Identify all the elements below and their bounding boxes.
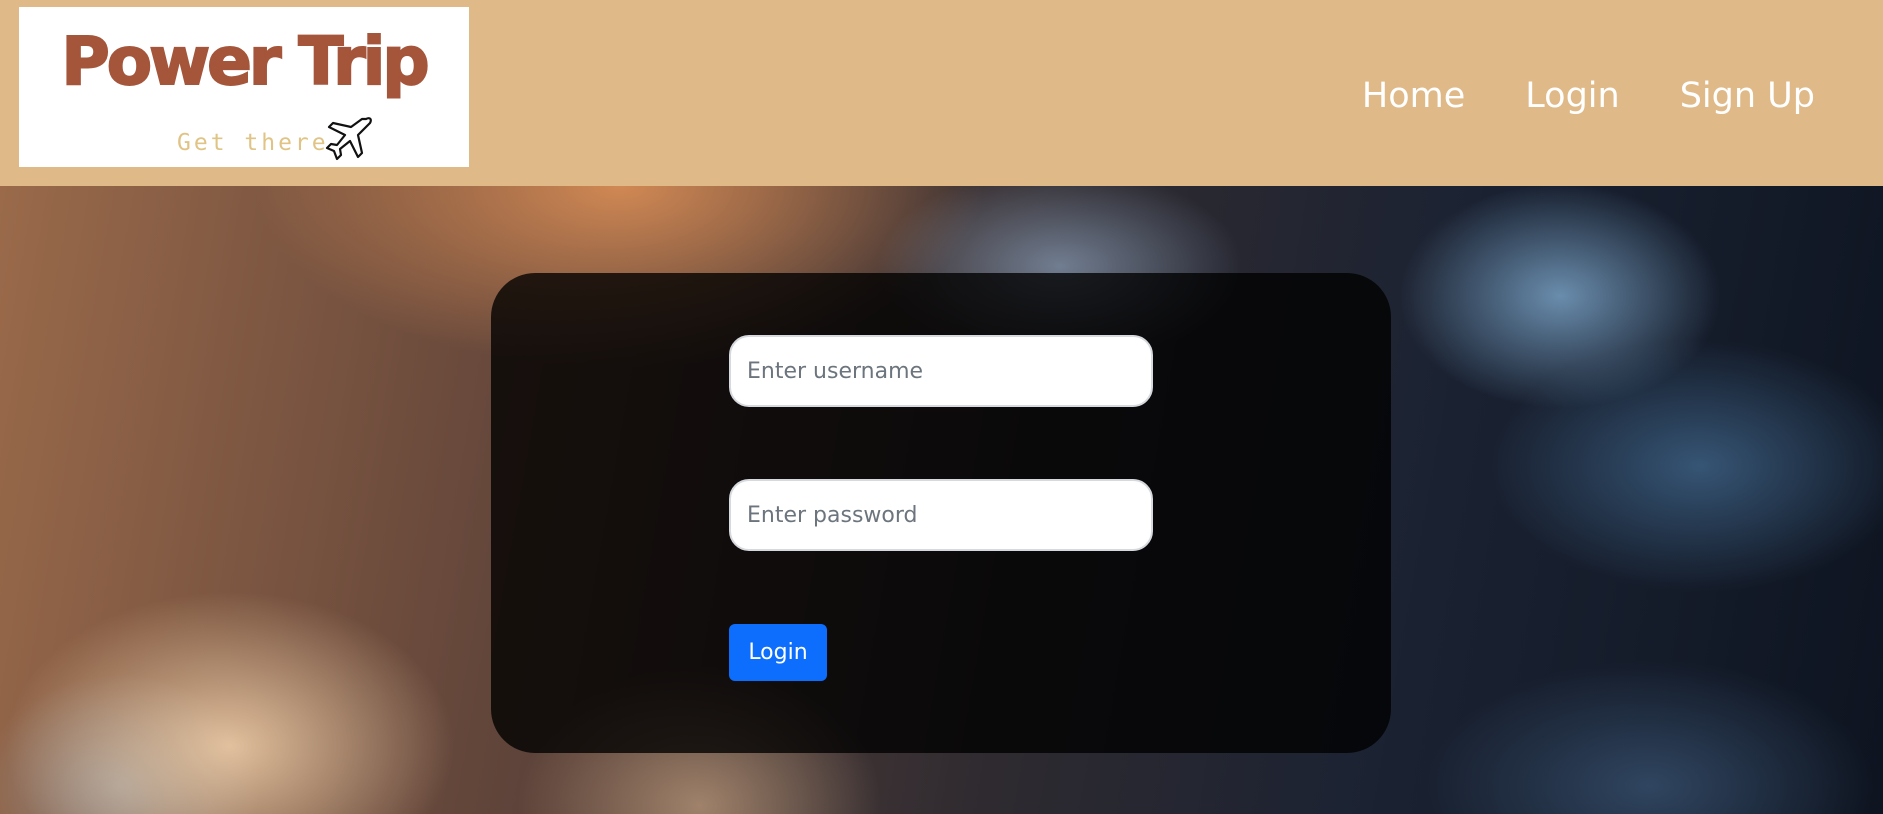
main-nav: Home Login Sign Up [1362, 72, 1815, 120]
logo-tagline: Get there [177, 130, 329, 156]
site-header: Power Trip Get there Home Login Sign Up [0, 0, 1883, 186]
username-input[interactable] [729, 335, 1153, 407]
login-button[interactable]: Login [729, 624, 827, 681]
airplane-icon [325, 117, 372, 161]
logo-title: Power Trip [60, 23, 430, 100]
password-input[interactable] [729, 479, 1153, 551]
nav-home-link[interactable]: Home [1362, 72, 1465, 120]
site-logo[interactable]: Power Trip Get there [19, 7, 469, 167]
login-card: Login [491, 273, 1391, 753]
nav-login-link[interactable]: Login [1525, 72, 1619, 120]
nav-signup-link[interactable]: Sign Up [1680, 72, 1815, 120]
